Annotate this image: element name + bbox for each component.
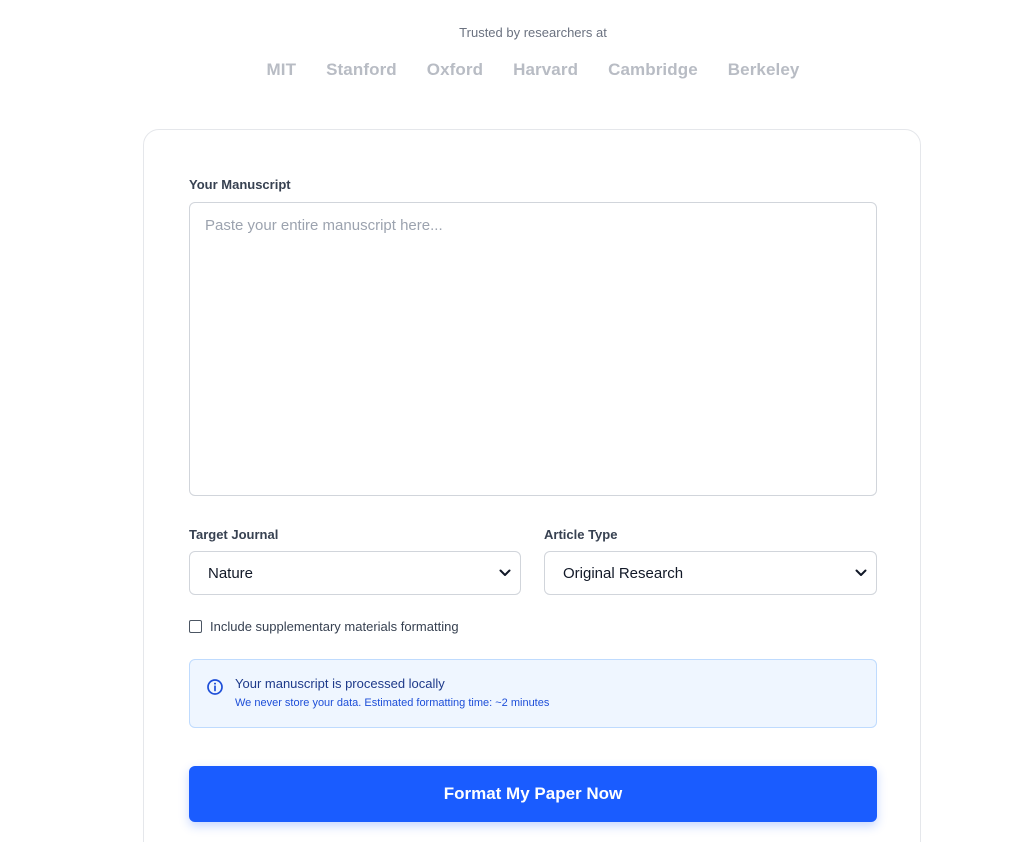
trusted-by-heading: Trusted by researchers at	[459, 25, 607, 40]
target-journal-label: Target Journal	[189, 527, 279, 542]
institution-harvard: Harvard	[513, 60, 579, 79]
local-processing-notice: Your manuscript is processed locally We …	[189, 659, 877, 728]
page: Trusted by researchers at MIT Stanford O…	[0, 0, 1024, 842]
institution-oxford: Oxford	[426, 60, 484, 79]
institution-logos: MIT Stanford Oxford Harvard Cambridge Be…	[0, 60, 1024, 80]
article-type-value: Original Research	[563, 564, 684, 582]
article-type-label: Article Type	[544, 527, 618, 542]
notice-subtitle: We never store your data. Estimated form…	[235, 697, 550, 709]
institution-berkeley: Berkeley	[727, 60, 800, 79]
manuscript-textarea[interactable]	[189, 202, 877, 496]
supplementary-option[interactable]: Include supplementary materials formatti…	[189, 619, 459, 634]
supplementary-label[interactable]: Include supplementary materials formatti…	[210, 619, 459, 634]
institution-cambridge: Cambridge	[608, 60, 698, 79]
chevron-down-icon	[498, 566, 512, 580]
institution-mit: MIT	[266, 60, 297, 79]
target-journal-select[interactable]: Nature	[189, 551, 521, 595]
notice-title: Your manuscript is processed locally	[235, 676, 445, 691]
info-icon	[206, 678, 224, 696]
format-form-card: Your Manuscript Target Journal Nature Ar…	[143, 129, 921, 842]
chevron-down-icon	[854, 566, 868, 580]
target-journal-value: Nature	[208, 564, 254, 582]
format-paper-button[interactable]: Format My Paper Now	[189, 766, 877, 822]
article-type-select[interactable]: Original Research	[544, 551, 877, 595]
manuscript-label: Your Manuscript	[189, 177, 291, 192]
supplementary-checkbox[interactable]	[189, 620, 202, 633]
institution-stanford: Stanford	[326, 60, 397, 79]
